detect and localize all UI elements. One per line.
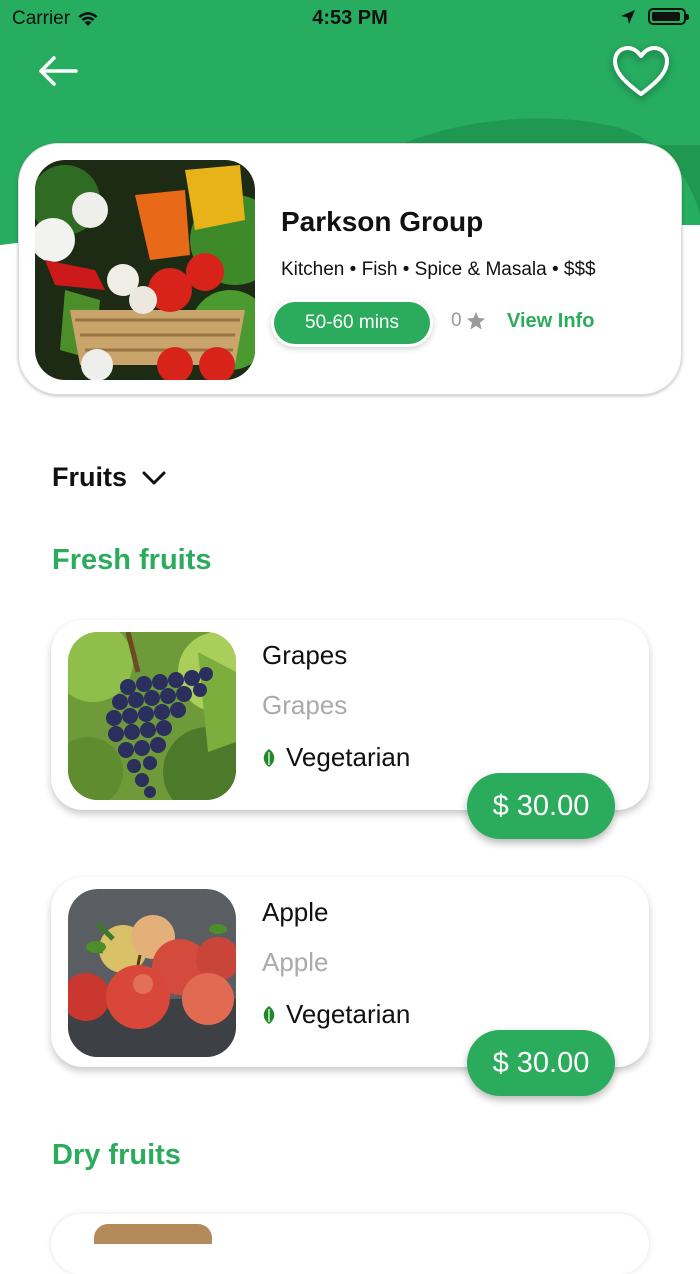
arrow-left-icon (39, 56, 78, 86)
section-title-fresh-fruits: Fresh fruits (52, 544, 212, 576)
item-image (68, 632, 236, 800)
category-dropdown[interactable]: Fruits (52, 462, 167, 493)
status-time: 4:53 PM (312, 7, 388, 29)
price-button[interactable]: $ 30.00 (467, 1030, 615, 1096)
item-diet: Vegetarian (262, 999, 410, 1030)
menu-item-card[interactable]: Grapes Grapes Vegetarian $ 30.00 (51, 620, 649, 839)
location-arrow-icon (621, 9, 635, 24)
leaf-icon (263, 748, 275, 767)
menu-item-card[interactable]: Apple Apple Vegetarian $ 30.00 (51, 877, 649, 1096)
store-tags: Kitchen • Fish • Spice & Masala • $$$ (281, 259, 596, 280)
store-rating: 0 (451, 310, 486, 332)
price-button[interactable]: $ 30.00 (467, 773, 615, 839)
section-title-dry-fruits: Dry fruits (52, 1139, 181, 1171)
back-button[interactable] (36, 52, 82, 90)
leaf-icon (263, 1005, 275, 1024)
delivery-time-badge: 50-60 mins (274, 302, 430, 344)
diet-label: Vegetarian (286, 742, 411, 772)
item-subtitle: Apple (262, 947, 329, 977)
view-info-link[interactable]: View Info (507, 310, 594, 333)
item-name: Apple (262, 897, 329, 927)
item-diet: Vegetarian (262, 742, 410, 773)
battery-icon (648, 8, 689, 25)
heart-outline-icon (613, 46, 669, 96)
rating-value: 0 (451, 310, 462, 331)
store-card: Parkson Group Kitchen • Fish • Spice & M… (18, 143, 682, 395)
store-name: Parkson Group (281, 206, 484, 237)
status-bar: Carrier 4:53 PM (0, 0, 700, 36)
menu-item-card[interactable] (51, 1214, 649, 1274)
star-icon (466, 312, 485, 330)
item-image (94, 1224, 212, 1244)
category-label: Fruits (52, 462, 128, 492)
item-image (68, 889, 236, 1057)
favorite-button[interactable] (610, 44, 672, 100)
diet-label: Vegetarian (286, 999, 411, 1029)
item-name: Grapes (262, 640, 348, 670)
store-image (35, 160, 255, 380)
chevron-down-icon (142, 471, 166, 484)
item-subtitle: Grapes (262, 690, 348, 720)
